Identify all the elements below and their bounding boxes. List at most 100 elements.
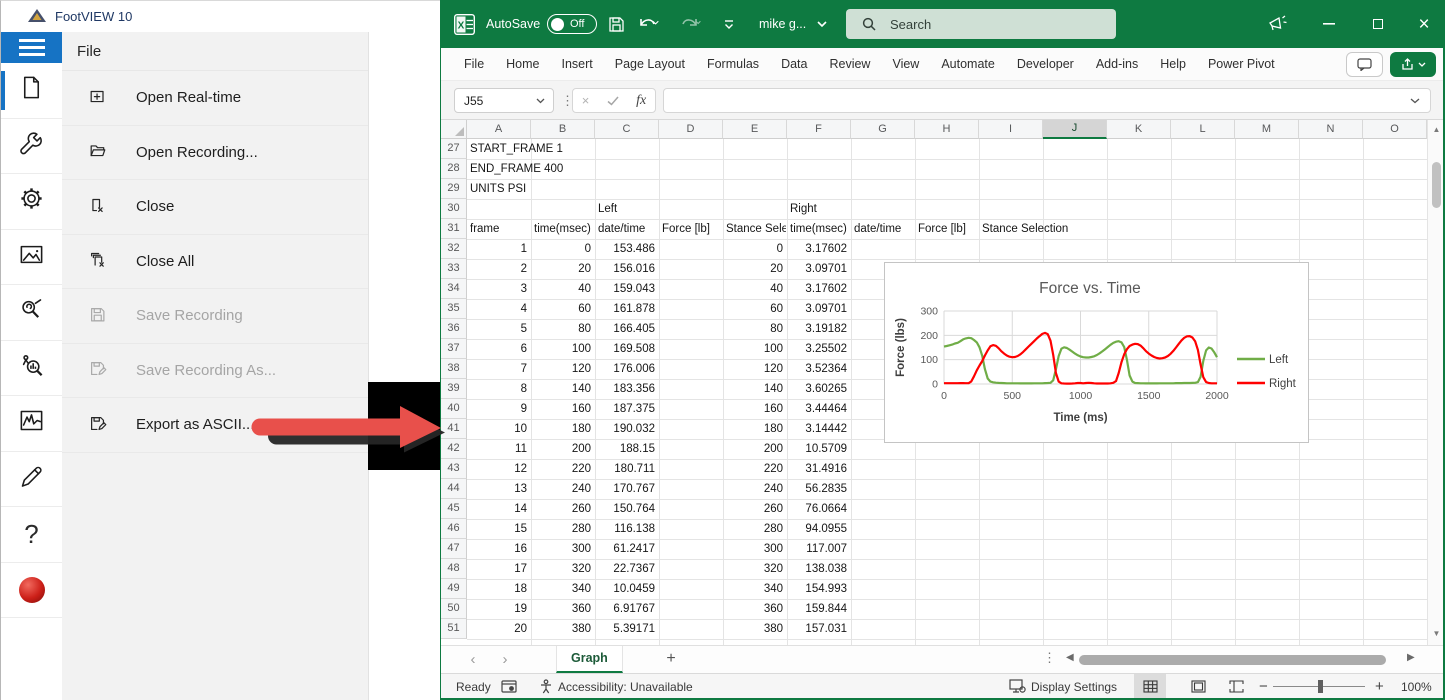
cell-E48[interactable]: 320 [723,559,786,579]
cell-F46[interactable]: 94.0955 [787,519,850,539]
cell-A28[interactable]: END_FRAME 400 [467,159,566,179]
cell-A44[interactable]: 13 [467,479,530,499]
search-box[interactable]: Search [846,9,1116,39]
cell-B38[interactable]: 120 [531,359,594,379]
ribbon-tab-automate[interactable]: Automate [930,48,1006,81]
cell-C35[interactable]: 161.878 [595,299,658,319]
sheet-tab-graph[interactable]: Graph [556,646,623,673]
cell-C41[interactable]: 190.032 [595,419,658,439]
cell-F37[interactable]: 3.25502 [787,339,850,359]
zoom-slider-knob[interactable] [1318,680,1323,693]
cell-A42[interactable]: 11 [467,439,530,459]
column-header-C[interactable]: C [595,120,659,139]
cell-B45[interactable]: 260 [531,499,594,519]
ribbon-tab-review[interactable]: Review [818,48,881,81]
zoom-out-icon[interactable]: − [1259,674,1268,699]
cell-C40[interactable]: 187.375 [595,399,658,419]
cell-F36[interactable]: 3.19182 [787,319,850,339]
cell-E32[interactable]: 0 [723,239,786,259]
vertical-scroll-thumb[interactable] [1432,162,1441,208]
cell-F38[interactable]: 3.52364 [787,359,850,379]
sidebar-item-help-icon[interactable]: ? [1,507,62,563]
row-header-27[interactable]: 27 [441,139,467,159]
cell-A51[interactable]: 20 [467,619,530,639]
cell-I31[interactable]: Stance Selection [979,219,1071,239]
row-header-39[interactable]: 39 [441,379,467,399]
cell-F39[interactable]: 3.60265 [787,379,850,399]
autosave-toggle[interactable]: Off [547,14,597,34]
cell-A45[interactable]: 14 [467,499,530,519]
force-vs-time-chart[interactable]: Force vs. TimeTime (ms)Force (lbs)010020… [884,262,1309,443]
row-header-29[interactable]: 29 [441,179,467,199]
column-header-O[interactable]: O [1363,120,1427,139]
cell-E40[interactable]: 160 [723,399,786,419]
cell-F45[interactable]: 76.0664 [787,499,850,519]
cell-B37[interactable]: 100 [531,339,594,359]
column-header-K[interactable]: K [1107,120,1171,139]
row-header-32[interactable]: 32 [441,239,467,259]
sheet-nav-prev-icon[interactable]: ‹ [463,646,483,674]
cell-A33[interactable]: 2 [467,259,530,279]
row-header-45[interactable]: 45 [441,499,467,519]
cell-B36[interactable]: 80 [531,319,594,339]
cell-A47[interactable]: 16 [467,539,530,559]
cell-F35[interactable]: 3.09701 [787,299,850,319]
column-header-N[interactable]: N [1299,120,1363,139]
cell-A41[interactable]: 10 [467,419,530,439]
page-break-view-icon[interactable] [1220,674,1252,698]
sidebar-item-gait-analysis-icon[interactable] [1,341,62,397]
cell-C43[interactable]: 180.711 [595,459,658,479]
sidebar-item-wrench-icon[interactable] [1,119,62,175]
scroll-down-icon[interactable]: ▼ [1428,626,1445,642]
cell-E51[interactable]: 380 [723,619,786,639]
ribbon-tab-developer[interactable]: Developer [1006,48,1085,81]
cell-B32[interactable]: 0 [531,239,594,259]
zoom-slider[interactable] [1273,674,1365,699]
account-name[interactable]: mike g... [759,0,806,48]
cell-E44[interactable]: 240 [723,479,786,499]
scroll-up-icon[interactable]: ▲ [1428,122,1445,138]
page-layout-view-icon[interactable] [1182,674,1214,698]
cell-F33[interactable]: 3.09701 [787,259,850,279]
cell-E41[interactable]: 180 [723,419,786,439]
menu-item-close-all[interactable]: Close All [62,235,368,290]
hscroll-left-icon[interactable]: ◀ [1066,652,1074,663]
cell-E49[interactable]: 340 [723,579,786,599]
undo-button[interactable] [637,0,663,48]
column-header-B[interactable]: B [531,120,595,139]
cell-A34[interactable]: 3 [467,279,530,299]
cell-E36[interactable]: 80 [723,319,786,339]
cell-F49[interactable]: 154.993 [787,579,850,599]
cell-E37[interactable]: 100 [723,339,786,359]
menu-item-close[interactable]: Close [62,180,368,235]
ribbon-tab-add-ins[interactable]: Add-ins [1085,48,1149,81]
ribbon-tab-formulas[interactable]: Formulas [696,48,770,81]
row-header-49[interactable]: 49 [441,579,467,599]
cell-F43[interactable]: 31.4916 [787,459,850,479]
cell-C51[interactable]: 5.39171 [595,619,658,639]
row-header-31[interactable]: 31 [441,219,467,239]
cell-C47[interactable]: 61.2417 [595,539,658,559]
row-header-34[interactable]: 34 [441,279,467,299]
cell-C50[interactable]: 6.91767 [595,599,658,619]
cell-A32[interactable]: 1 [467,239,530,259]
hamburger-menu-icon[interactable] [1,32,62,63]
cell-A35[interactable]: 4 [467,299,530,319]
cancel-entry-icon[interactable]: × [582,93,590,108]
column-header-M[interactable]: M [1235,120,1299,139]
account-chevron-icon[interactable] [817,0,827,48]
ribbon-tab-help[interactable]: Help [1149,48,1197,81]
cell-F34[interactable]: 3.17602 [787,279,850,299]
row-header-48[interactable]: 48 [441,559,467,579]
column-header-L[interactable]: L [1171,120,1235,139]
cell-A40[interactable]: 9 [467,399,530,419]
redo-button[interactable] [679,0,705,48]
cell-B48[interactable]: 320 [531,559,594,579]
cell-B46[interactable]: 280 [531,519,594,539]
display-settings-label[interactable]: Display Settings [1031,674,1117,699]
cell-G31[interactable]: date/time [851,219,914,239]
ribbon-tab-page-layout[interactable]: Page Layout [604,48,696,81]
cell-E43[interactable]: 220 [723,459,786,479]
row-header-43[interactable]: 43 [441,459,467,479]
row-header-30[interactable]: 30 [441,199,467,219]
